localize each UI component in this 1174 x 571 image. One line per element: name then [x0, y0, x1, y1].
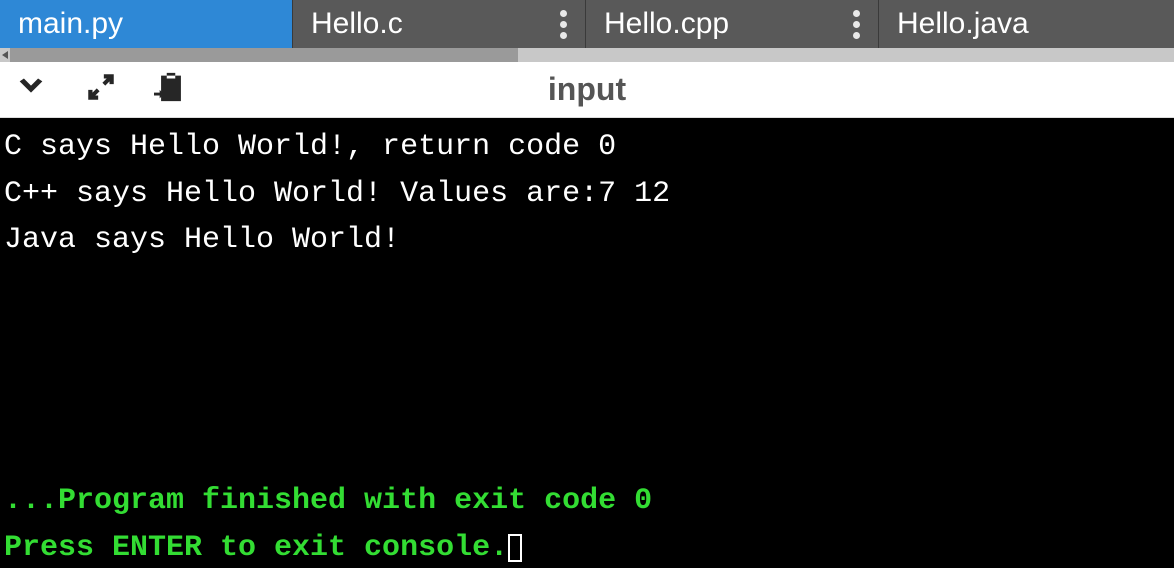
tab-label: Hello.c: [311, 7, 520, 41]
horizontal-scrollbar[interactable]: [0, 48, 1174, 62]
console-status-line: ...Program finished with exit code 0: [4, 478, 652, 525]
console-output: C says Hello World!, return code 0 C++ s…: [0, 118, 1174, 568]
tab-menu-icon[interactable]: [813, 10, 860, 39]
tabs-bar: main.py Hello.c Hello.cpp Hello.java: [0, 0, 1174, 48]
toolbar-icons: [14, 69, 188, 110]
tab-main-py[interactable]: main.py: [0, 0, 293, 48]
tab-hello-c[interactable]: Hello.c: [293, 0, 586, 48]
tab-label: main.py: [18, 7, 274, 41]
tab-hello-java[interactable]: Hello.java: [879, 0, 1174, 48]
scrollbar-thumb[interactable]: [10, 48, 518, 62]
clipboard-icon[interactable]: [154, 69, 188, 110]
tab-label: Hello.cpp: [604, 7, 813, 41]
console-line: Java says Hello World!: [4, 217, 1170, 264]
cursor-icon: [508, 534, 522, 562]
tab-label: Hello.java: [897, 7, 1156, 41]
console-toolbar: input: [0, 62, 1174, 118]
tab-hello-cpp[interactable]: Hello.cpp: [586, 0, 879, 48]
scrollbar-arrow-left-icon[interactable]: [0, 48, 10, 62]
expand-icon[interactable]: [84, 70, 118, 109]
console-line: C says Hello World!, return code 0: [4, 124, 1170, 171]
console-title: input: [548, 71, 626, 108]
console-prompt-line: Press ENTER to exit console.: [4, 525, 652, 571]
console-status: ...Program finished with exit code 0 Pre…: [4, 478, 652, 571]
chevron-down-icon[interactable]: [14, 70, 48, 109]
tab-menu-icon[interactable]: [520, 10, 567, 39]
console-prompt-text: Press ENTER to exit console.: [4, 531, 508, 565]
console-line: C++ says Hello World! Values are:7 12: [4, 171, 1170, 218]
